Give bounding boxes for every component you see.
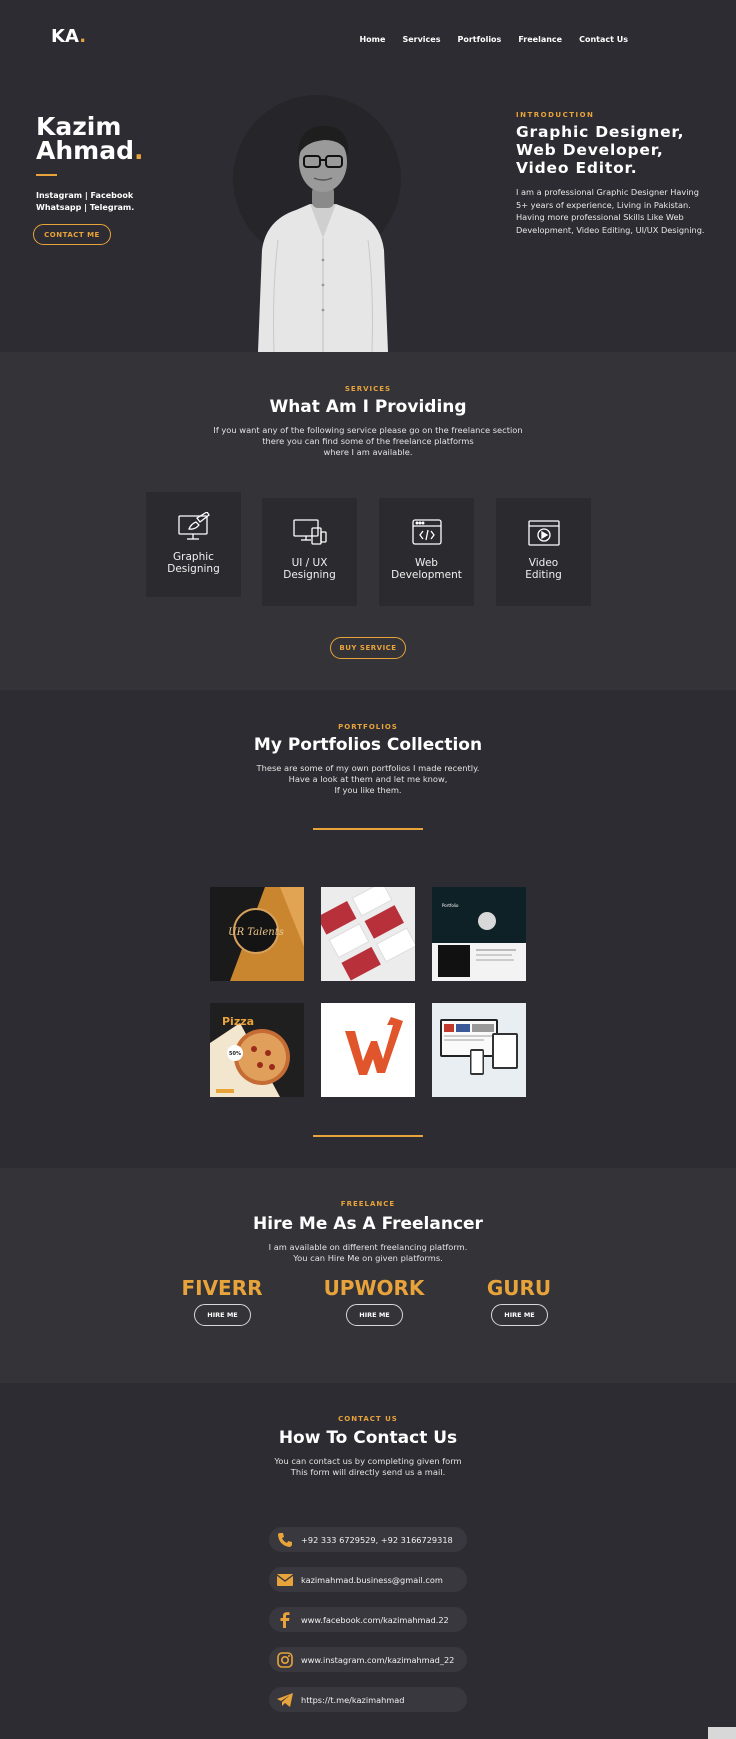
service-card-graphic[interactable]: Graphic Designing: [146, 492, 241, 597]
nav-portfolios[interactable]: Portfolios: [457, 35, 501, 44]
services-subtitle: If you want any of the following service…: [213, 425, 523, 457]
freelance-kicker: FREELANCE: [340, 1200, 396, 1208]
contact-instagram-text: www.instagram.com/kazimahmad_22: [301, 1654, 455, 1665]
contact-phone[interactable]: +92 333 6729529, +92 3166729318: [269, 1527, 467, 1552]
business-cards-image: [321, 887, 415, 981]
telegram-icon: [276, 1691, 294, 1709]
svg-text:50%: 50%: [229, 1051, 241, 1057]
contact-me-button[interactable]: CONTACT ME: [33, 224, 111, 245]
phone-icon: [276, 1531, 294, 1549]
contact-telegram-text: https://t.me/kazimahmad: [301, 1694, 405, 1705]
corner-badge: [708, 1727, 736, 1739]
portfolio-thumb-1[interactable]: UR Talents: [210, 887, 304, 981]
service-card-web[interactable]: Web Development: [379, 498, 474, 606]
hire-me-guru-button[interactable]: HIRE ME: [491, 1304, 548, 1326]
hero-section: KA. Home Services Portfolios Freelance C…: [0, 0, 736, 352]
pizza-flyer-image: Pizza 50%: [210, 1015, 290, 1097]
portfolio-thumb-2[interactable]: [321, 887, 415, 981]
contact-email[interactable]: kazimahmad.business@gmail.com: [269, 1567, 467, 1592]
svg-text:UR Talents: UR Talents: [228, 927, 284, 938]
portfolio-thumb-6[interactable]: [432, 1003, 526, 1097]
intro-text: I am a professional Graphic Designer Hav…: [516, 187, 705, 235]
main-nav: Home Services Portfolios Freelance Conta…: [359, 35, 628, 44]
service-label: UI / UX Designing: [283, 557, 336, 581]
nav-services[interactable]: Services: [402, 35, 440, 44]
portfolio-thumb-3[interactable]: Portfolio: [432, 887, 526, 981]
hero-social-text: Instagram | Facebook Whatsapp | Telegram…: [36, 191, 135, 212]
portfolio-section: PORTFOLIOS My Portfolios Collection Thes…: [0, 690, 736, 1168]
contact-telegram[interactable]: https://t.me/kazimahmad: [269, 1687, 467, 1712]
instagram-icon: [276, 1651, 294, 1669]
hire-me-fiverr-button[interactable]: HIRE ME: [194, 1304, 251, 1326]
portfolio-thumb-5[interactable]: [321, 1003, 415, 1097]
buy-service-button[interactable]: BUY SERVICE: [330, 637, 406, 659]
hero-name: Kazim Ahmad.: [36, 112, 144, 165]
video-play-icon: [527, 520, 560, 546]
service-label: Video Editing: [525, 557, 562, 581]
platform-guru: GURU: [486, 1276, 552, 1300]
platform-fiverr: FIVERR: [181, 1276, 263, 1300]
portfolio-subtitle: These are some of my own portfolios I ma…: [256, 763, 480, 795]
graphic-design-icon: [177, 512, 210, 540]
facebook-icon: [276, 1611, 294, 1629]
service-label: Graphic Designing: [167, 551, 220, 575]
freelance-subtitle: I am available on different freelancing …: [268, 1242, 468, 1263]
freelance-section: FREELANCE Hire Me As A Freelancer I am a…: [0, 1168, 736, 1383]
portfolio-divider-top: [313, 828, 423, 830]
services-kicker: SERVICES: [344, 385, 392, 393]
contact-title: How To Contact Us: [278, 1428, 458, 1448]
service-card-uiux[interactable]: UI / UX Designing: [262, 498, 357, 606]
contact-facebook-text: www.facebook.com/kazimahmad.22: [301, 1614, 449, 1625]
devices-icon: [292, 519, 327, 545]
services-section: SERVICES What Am I Providing If you want…: [0, 352, 736, 690]
w-logo-image: [345, 1017, 403, 1075]
hire-me-upwork-button[interactable]: HIRE ME: [346, 1304, 403, 1326]
site-logo[interactable]: KA.: [51, 26, 86, 47]
responsive-devices-image: [440, 1019, 518, 1075]
nav-contact[interactable]: Contact Us: [579, 35, 628, 44]
contact-section: CONTACT US How To Contact Us You can con…: [0, 1383, 736, 1739]
mail-icon: [276, 1571, 294, 1589]
website-mockup-image: Portfolio: [432, 887, 526, 981]
nav-home[interactable]: Home: [359, 35, 385, 44]
hero-divider: [36, 174, 57, 176]
portfolio-title: My Portfolios Collection: [253, 735, 483, 755]
service-label: Web Development: [391, 557, 462, 581]
intro-title: Graphic Designer, Web Developer, Video E…: [516, 123, 685, 177]
portrait-image: [258, 126, 388, 352]
contact-kicker: CONTACT US: [338, 1415, 398, 1423]
contact-email-text: kazimahmad.business@gmail.com: [301, 1574, 443, 1585]
contact-phone-text: +92 333 6729529, +92 3166729318: [301, 1534, 453, 1545]
portfolio-thumb-4[interactable]: Pizza 50%: [210, 1003, 304, 1097]
freelance-title: Hire Me As A Freelancer: [253, 1214, 483, 1234]
contact-instagram[interactable]: www.instagram.com/kazimahmad_22: [269, 1647, 467, 1672]
service-card-video[interactable]: Video Editing: [496, 498, 591, 606]
logo-mockup-image: UR Talents: [228, 887, 304, 981]
portfolio-divider-bottom: [313, 1135, 423, 1137]
contact-subtitle: You can contact us by completing given f…: [274, 1456, 462, 1477]
contact-facebook[interactable]: www.facebook.com/kazimahmad.22: [269, 1607, 467, 1632]
intro-kicker: INTRODUCTION: [516, 111, 595, 119]
platform-upwork: UPWORK: [323, 1276, 425, 1300]
code-window-icon: [411, 519, 442, 545]
services-title: What Am I Providing: [269, 397, 467, 417]
nav-freelance[interactable]: Freelance: [518, 35, 562, 44]
portfolio-kicker: PORTFOLIOS: [338, 723, 398, 731]
svg-text:Portfolio: Portfolio: [442, 903, 459, 908]
svg-text:Pizza: Pizza: [222, 1015, 254, 1028]
